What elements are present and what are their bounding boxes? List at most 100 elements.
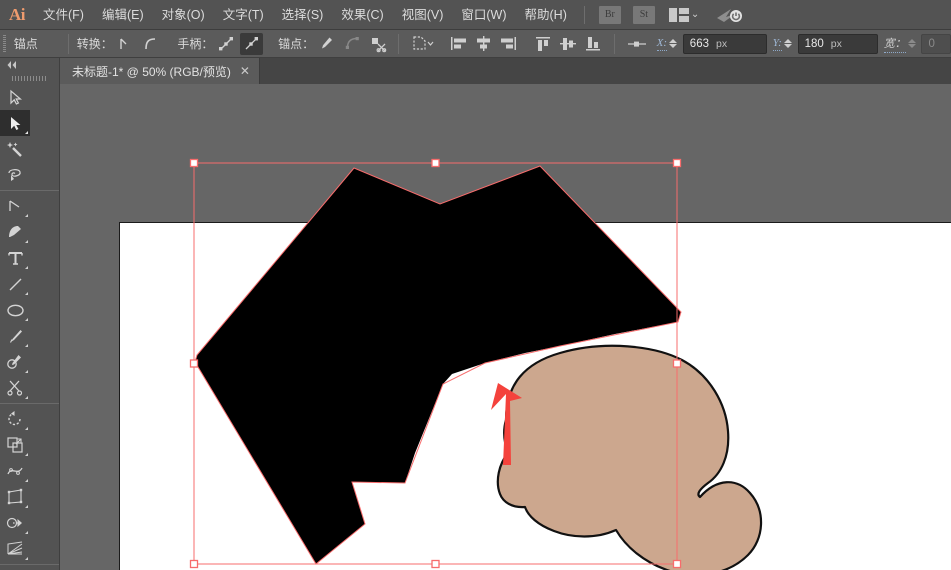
menu-select[interactable]: 选择(S): [273, 0, 333, 30]
menu-divider: [584, 6, 585, 24]
lasso-tool[interactable]: [0, 162, 30, 188]
tool-flyout-indicator: [25, 266, 28, 269]
width-tool[interactable]: [0, 458, 30, 484]
align-left-icon[interactable]: [446, 33, 469, 55]
tool-flyout-indicator: [25, 344, 28, 347]
menu-bar: Ai 文件(F) 编辑(E) 对象(O) 文字(T) 选择(S) 效果(C) 视…: [0, 0, 951, 30]
scale-tool[interactable]: [0, 432, 30, 458]
document-tab-title: 未标题-1* @ 50% (RGB/预览): [72, 63, 231, 80]
control-bar-grip[interactable]: [0, 30, 10, 58]
handles-label: 手柄：: [177, 35, 213, 52]
magic-wand-tool[interactable]: [0, 136, 30, 162]
control-divider-2: [398, 34, 399, 54]
tools-panel-grip[interactable]: [0, 72, 59, 84]
hide-handles-icon[interactable]: [240, 33, 263, 55]
align-bottom-icon[interactable]: [582, 33, 605, 55]
show-handles-icon[interactable]: [214, 33, 237, 55]
convert-to-corner-icon[interactable]: [114, 33, 137, 55]
x-spinner[interactable]: [669, 39, 678, 48]
type-tool[interactable]: [0, 245, 30, 271]
x-coordinate-label: X:: [657, 37, 667, 51]
scissors-tool[interactable]: [0, 375, 30, 401]
tool-flyout-indicator: [25, 557, 28, 560]
tool-flyout-indicator: [25, 453, 28, 456]
x-unit: px: [716, 38, 727, 50]
align-center-vertical-icon[interactable]: [557, 33, 580, 55]
document-tab[interactable]: 未标题-1* @ 50% (RGB/预览) ✕: [60, 58, 260, 84]
convert-to-smooth-icon[interactable]: [139, 33, 162, 55]
line-segment-tool[interactable]: [0, 271, 30, 297]
selection-tool[interactable]: [0, 84, 30, 110]
y-coordinate-field[interactable]: 180 px: [798, 34, 878, 54]
shaper-tool[interactable]: [0, 349, 30, 375]
menu-object[interactable]: 对象(O): [153, 0, 214, 30]
control-bar: 锚点 转换： 手柄：: [0, 30, 951, 58]
tool-divider-2: [0, 403, 59, 404]
menu-edit[interactable]: 编辑(E): [93, 0, 153, 30]
paintbrush-tool[interactable]: [0, 323, 30, 349]
menu-file[interactable]: 文件(F): [34, 0, 93, 30]
control-divider: [68, 34, 69, 54]
free-transform-tool[interactable]: [0, 484, 30, 510]
tool-flyout-indicator: [25, 427, 28, 430]
tool-flyout-indicator: [25, 318, 28, 321]
pen-tool[interactable]: [0, 193, 30, 219]
perspective-grid-tool[interactable]: [0, 536, 30, 562]
tool-flyout-indicator: [25, 505, 28, 508]
app-logo-icon: Ai: [0, 0, 34, 30]
tool-divider: [0, 190, 59, 191]
y-unit: px: [831, 38, 842, 50]
shape-builder-tool[interactable]: [0, 510, 30, 536]
align-top-icon[interactable]: [531, 33, 554, 55]
connect-anchor-icon: [340, 33, 363, 55]
tool-flyout-indicator: [25, 292, 28, 295]
tool-flyout-indicator: [25, 370, 28, 373]
curvature-tool[interactable]: [0, 219, 30, 245]
workspace-switcher-icon[interactable]: ⌄: [669, 8, 699, 22]
direct-selection-tool[interactable]: [0, 110, 30, 136]
stock-button[interactable]: St: [633, 6, 655, 24]
isolate-selected-object-icon[interactable]: [408, 33, 437, 55]
align-center-horizontal-icon[interactable]: [472, 33, 495, 55]
menu-type[interactable]: 文字(T): [214, 0, 273, 30]
y-coordinate-label: Y:: [773, 37, 782, 51]
y-spinner[interactable]: [784, 39, 793, 48]
menu-window[interactable]: 窗口(W): [452, 0, 515, 30]
control-divider-3: [614, 34, 615, 54]
align-right-icon[interactable]: [497, 33, 520, 55]
chevron-down-icon: ⌄: [691, 9, 699, 20]
menu-help[interactable]: 帮助(H): [516, 0, 576, 30]
width-spinner: [908, 39, 917, 48]
canvas-area[interactable]: [60, 84, 951, 570]
cut-path-icon[interactable]: [366, 33, 389, 55]
x-coordinate-field[interactable]: 663 px: [683, 34, 767, 54]
tool-flyout-indicator: [25, 214, 28, 217]
rotate-tool[interactable]: [0, 406, 30, 432]
tool-flyout-indicator: [25, 531, 28, 534]
x-value: 663: [690, 38, 709, 50]
anchor-label: 锚点：: [278, 35, 314, 52]
document-tab-bar: 未标题-1* @ 50% (RGB/预览) ✕: [60, 58, 951, 84]
width-label: 宽：: [884, 35, 906, 53]
control-context-label: 锚点: [14, 35, 38, 52]
close-icon[interactable]: ✕: [240, 65, 250, 77]
collapse-panel-icon[interactable]: [0, 58, 59, 72]
creative-cloud-icon[interactable]: [715, 5, 745, 25]
tool-grid: [0, 84, 59, 570]
y-value: 180: [805, 38, 824, 50]
tools-panel: [0, 58, 60, 570]
menu-effect[interactable]: 效果(C): [332, 0, 392, 30]
remove-anchor-icon[interactable]: [315, 33, 338, 55]
tool-flyout-indicator: [25, 479, 28, 482]
ellipse-tool[interactable]: [0, 297, 30, 323]
transform-handle-icon[interactable]: [624, 33, 649, 55]
width-value: 0: [928, 38, 934, 50]
illustrator-window: Ai 文件(F) 编辑(E) 对象(O) 文字(T) 选择(S) 效果(C) 视…: [0, 0, 951, 570]
tool-divider-3: [0, 564, 59, 565]
menu-view[interactable]: 视图(V): [393, 0, 453, 30]
width-field: 0: [921, 34, 951, 54]
tool-flyout-indicator: [25, 131, 28, 134]
tool-flyout-indicator: [25, 396, 28, 399]
bridge-button[interactable]: Br: [599, 6, 621, 24]
artwork-layer: [60, 84, 951, 570]
